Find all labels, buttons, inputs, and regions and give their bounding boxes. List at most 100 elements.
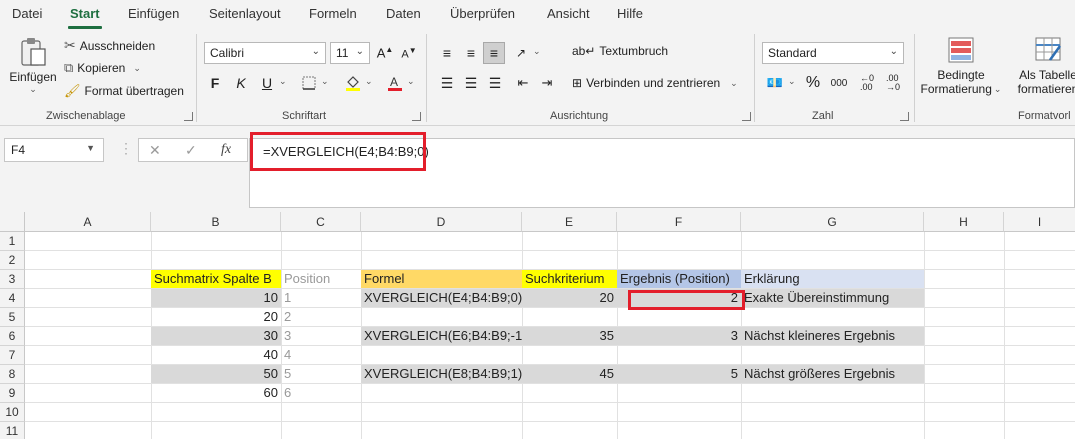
cell-g4[interactable]: Exakte Übereinstimmung	[741, 289, 924, 307]
cell-b3[interactable]: Suchmatrix Spalte B	[151, 270, 281, 288]
cell-g8[interactable]: Nächst größeres Ergebnis	[741, 365, 924, 383]
format-painter-button[interactable]: 🖌 Format übertragen	[64, 83, 184, 99]
border-dropdown-icon[interactable]: ⌄	[321, 76, 329, 87]
cell-f6[interactable]: 3	[617, 327, 741, 345]
column-header-i[interactable]: I	[1004, 212, 1075, 232]
cut-button[interactable]: ✂ Ausschneiden	[64, 37, 155, 54]
cell-e4[interactable]: 20	[522, 289, 617, 307]
paste-button[interactable]: Einfügen ⌄	[9, 36, 57, 95]
increase-indent-button[interactable]: ⇥	[536, 72, 558, 94]
insert-function-icon[interactable]: fx	[221, 142, 231, 158]
align-left-button[interactable]: ☰	[436, 72, 458, 94]
tab-daten[interactable]: Daten	[386, 6, 421, 21]
decrease-indent-button[interactable]: ⇤	[512, 72, 534, 94]
cell-d4[interactable]: XVERGLEICH(E4;B4:B9;0)	[361, 289, 522, 307]
column-header-h[interactable]: H	[924, 212, 1004, 232]
font-color-dropdown-icon[interactable]: ⌄	[407, 76, 415, 87]
font-name-select[interactable]: Calibri ⌄	[204, 42, 326, 64]
border-button[interactable]	[298, 72, 320, 94]
row-header-8[interactable]: 8	[0, 365, 25, 384]
tab-datei[interactable]: Datei	[12, 6, 42, 21]
cancel-icon[interactable]: ✕	[149, 142, 161, 159]
cell-e3[interactable]: Suchkriterium	[522, 270, 617, 288]
conditional-formatting-button[interactable]: Bedingte Formatierung ⌄	[920, 36, 1002, 96]
tab-ansicht[interactable]: Ansicht	[547, 6, 590, 21]
cell-d6[interactable]: XVERGLEICH(E6;B4:B9;-1)	[361, 327, 522, 345]
row-header-9[interactable]: 9	[0, 384, 25, 403]
cell-g6[interactable]: Nächst kleineres Ergebnis	[741, 327, 924, 345]
cell-b5[interactable]: 20	[151, 308, 281, 326]
cell-f8[interactable]: 5	[617, 365, 741, 383]
cell-d8[interactable]: XVERGLEICH(E8;B4:B9;1)	[361, 365, 522, 383]
number-format-select[interactable]: Standard ⌄	[762, 42, 904, 64]
increase-font-button[interactable]: A▲	[374, 42, 396, 64]
decrease-font-button[interactable]: A▼	[398, 42, 420, 64]
row-header-2[interactable]: 2	[0, 251, 25, 270]
cell-b7[interactable]: 40	[151, 346, 281, 364]
wrap-text-button[interactable]: ab↵ Textumbruch	[572, 44, 668, 58]
alignment-launcher-icon[interactable]	[742, 112, 751, 121]
fill-dropdown-icon[interactable]: ⌄	[365, 76, 373, 87]
clipboard-launcher-icon[interactable]	[184, 112, 193, 121]
font-size-select[interactable]: 11 ⌄	[330, 42, 370, 64]
align-top-button[interactable]: ≡	[436, 42, 458, 64]
cell-c3[interactable]: Position	[281, 270, 361, 288]
accounting-dropdown-icon[interactable]: ⌄	[788, 76, 796, 87]
format-as-table-button[interactable]: Als Tabelle formatieren	[1012, 36, 1075, 96]
cell-c4[interactable]: 1	[281, 289, 361, 307]
bold-button[interactable]: F	[204, 72, 226, 94]
column-header-e[interactable]: E	[522, 212, 617, 232]
formula-input[interactable]: =XVERGLEICH(E4;B4:B9;0)	[249, 138, 1075, 208]
thousands-separator-button[interactable]: 000	[828, 72, 850, 94]
row-header-11[interactable]: 11	[0, 422, 25, 439]
accounting-format-button[interactable]: 💶	[764, 72, 786, 94]
increase-decimal-button[interactable]: ←0.00	[856, 72, 878, 94]
align-center-button[interactable]: ☰	[460, 72, 482, 94]
copy-button[interactable]: ⧉ Kopieren ⌄	[64, 60, 141, 76]
align-bottom-button[interactable]: ≡	[483, 42, 505, 64]
cell-f4[interactable]: 2	[617, 289, 741, 307]
column-header-a[interactable]: A	[25, 212, 151, 232]
tab-formeln[interactable]: Formeln	[309, 6, 357, 21]
tab-seitenlayout[interactable]: Seitenlayout	[209, 6, 281, 21]
row-header-6[interactable]: 6	[0, 327, 25, 346]
font-launcher-icon[interactable]	[412, 112, 421, 121]
select-all-corner[interactable]	[0, 212, 25, 232]
percent-button[interactable]: %	[802, 72, 824, 94]
tab-hilfe[interactable]: Hilfe	[617, 6, 643, 21]
orientation-dropdown-icon[interactable]: ⌄	[533, 46, 541, 57]
cell-b8[interactable]: 50	[151, 365, 281, 383]
tab-start[interactable]: Start	[70, 6, 100, 21]
decrease-decimal-button[interactable]: .00 →0	[882, 72, 904, 94]
cell-e6[interactable]: 35	[522, 327, 617, 345]
row-header-3[interactable]: 3	[0, 270, 25, 289]
number-launcher-icon[interactable]	[900, 112, 909, 121]
cell-c6[interactable]: 3	[281, 327, 361, 345]
font-color-button[interactable]: A	[384, 72, 406, 94]
name-box[interactable]: F4 ▼	[4, 138, 104, 162]
align-right-button[interactable]: ☰	[484, 72, 506, 94]
row-header-7[interactable]: 7	[0, 346, 25, 365]
cell-c5[interactable]: 2	[281, 308, 361, 326]
cell-e8[interactable]: 45	[522, 365, 617, 383]
cell-c8[interactable]: 5	[281, 365, 361, 383]
italic-button[interactable]: K	[230, 72, 252, 94]
cell-c7[interactable]: 4	[281, 346, 361, 364]
column-header-d[interactable]: D	[361, 212, 522, 232]
cell-d3[interactable]: Formel	[361, 270, 522, 288]
row-header-4[interactable]: 4	[0, 289, 25, 308]
column-header-c[interactable]: C	[281, 212, 361, 232]
merge-center-button[interactable]: ⊞ Verbinden und zentrieren ⌄	[572, 76, 738, 90]
row-header-10[interactable]: 10	[0, 403, 25, 422]
row-header-1[interactable]: 1	[0, 232, 25, 251]
cell-c9[interactable]: 6	[281, 384, 361, 402]
underline-dropdown-icon[interactable]: ⌄	[279, 76, 287, 87]
underline-button[interactable]: U	[256, 72, 278, 94]
cell-g3[interactable]: Erklärung	[741, 270, 924, 288]
tab-ueberpruefen[interactable]: Überprüfen	[450, 6, 515, 21]
align-middle-button[interactable]: ≡	[460, 42, 482, 64]
row-header-5[interactable]: 5	[0, 308, 25, 327]
cell-b4[interactable]: 10	[151, 289, 281, 307]
cell-f3[interactable]: Ergebnis (Position)	[617, 270, 741, 288]
tab-einfuegen[interactable]: Einfügen	[128, 6, 179, 21]
